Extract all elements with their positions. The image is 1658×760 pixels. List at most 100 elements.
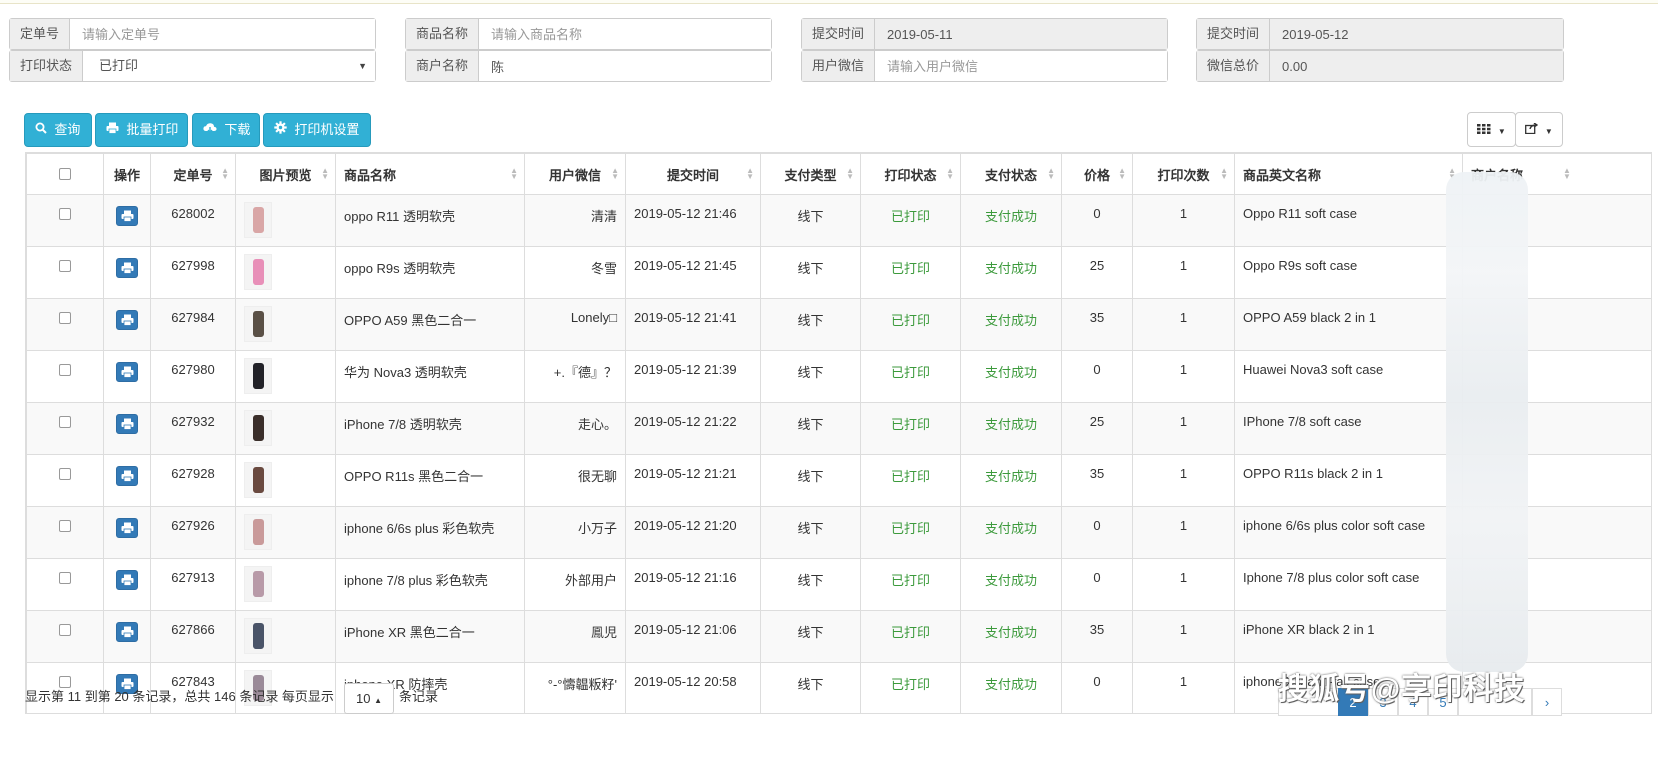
column-header[interactable]: 商品名称 ▲ ▼ [335, 153, 525, 195]
order-no-cell: 627932 [150, 402, 236, 455]
column-header[interactable]: 支付类型 ▲ ▼ [760, 153, 861, 195]
column-header[interactable]: 支付状态 ▲ ▼ [960, 153, 1062, 195]
phone-case-thumbnail[interactable] [244, 566, 272, 602]
download-button[interactable]: 下载 [192, 113, 260, 147]
row-checkbox[interactable] [59, 364, 71, 376]
wechat-total-group: 微信总价 [1196, 50, 1564, 82]
user-wechat-input[interactable] [875, 51, 1167, 81]
phone-case-thumbnail[interactable] [244, 410, 272, 446]
pay-status-cell: 支付成功 [960, 194, 1062, 247]
table-row: 627926 iphone 6/6s plus 彩色软壳 小万子 2019-05-12… [26, 506, 1651, 559]
print-row-button[interactable] [116, 466, 138, 486]
submit-to-input[interactable] [1270, 19, 1563, 49]
select-all-cell [26, 153, 104, 195]
print-row-button[interactable] [116, 206, 138, 226]
print-row-button[interactable] [116, 622, 138, 642]
submit-time-cell: 2019-05-12 21:45 [625, 246, 761, 299]
printer-settings-button[interactable]: 打印机设置 [263, 113, 371, 147]
print-count-cell: 1 [1132, 610, 1235, 663]
phone-case-thumbnail[interactable] [244, 514, 272, 550]
submit-time-cell: 2019-05-12 20:58 [625, 662, 761, 713]
column-header[interactable]: 商品英文名称▲▼ [1234, 153, 1463, 195]
row-checkbox[interactable] [59, 676, 71, 688]
page-size-select[interactable]: 10 ▲ [344, 683, 394, 714]
print-row-button[interactable] [116, 518, 138, 538]
table-row: 628002 oppo R11 透明软壳 清清 2019-05-12 21:46 线下已… [26, 194, 1651, 247]
page-size-suffix: 条记录 [399, 689, 439, 704]
column-header[interactable]: 定单号 ▲ ▼ [150, 153, 236, 195]
row-checkbox[interactable] [59, 520, 71, 532]
print-row-button[interactable] [116, 310, 138, 330]
row-select-cell [26, 298, 104, 351]
english-name-cell: Oppo R9s soft case [1234, 246, 1463, 299]
pay-type-cell: 线下 [760, 402, 861, 455]
user-wechat-cell: +.『德』？ [524, 350, 626, 403]
phone-case-thumbnail[interactable] [244, 306, 272, 342]
phone-case-thumbnail[interactable] [244, 202, 272, 238]
price-cell: 35 [1061, 454, 1133, 507]
caret-down-icon: ▼ [1497, 127, 1506, 136]
column-header[interactable]: 图片预览 ▲ ▼ [235, 153, 336, 195]
submit-time-cell: 2019-05-12 21:22 [625, 402, 761, 455]
print-status-group: 打印状态 已打印 ▼ [9, 50, 376, 82]
print-row-button[interactable] [116, 362, 138, 382]
submit-from-input[interactable] [875, 19, 1167, 49]
english-name-cell: IPhone 7/8 soft case [1234, 402, 1463, 455]
row-checkbox[interactable] [59, 208, 71, 220]
merchant-name-input[interactable] [479, 51, 771, 81]
print-status-select[interactable]: 已打印 ▼ [83, 51, 375, 81]
column-header[interactable]: 价格 ▲ ▼ [1061, 153, 1133, 195]
merchant-name-label: 商户名称 [406, 51, 480, 81]
phone-case-thumbnail[interactable] [244, 254, 272, 290]
page-size-value: 10 [355, 691, 371, 706]
print-row-button[interactable] [116, 414, 138, 434]
row-checkbox[interactable] [59, 312, 71, 324]
row-checkbox[interactable] [59, 416, 71, 428]
sort-icon: ▲▼ [321, 166, 329, 181]
row-checkbox[interactable] [59, 624, 71, 636]
action-cell [103, 246, 151, 299]
row-checkbox[interactable] [59, 572, 71, 584]
table-row: 627932 iPhone 7/8 透明软壳 走心。 2019-05-12 21:22… [26, 402, 1651, 455]
next-page-button[interactable]: › [1532, 688, 1562, 716]
phone-case-thumbnail[interactable] [244, 618, 272, 654]
columns-toggle-button[interactable]: ▼ [1467, 112, 1516, 147]
action-cell [103, 558, 151, 611]
print-status-cell: 已打印 [860, 402, 961, 455]
orders-table: 操作 定单号 ▲ ▼ 图片预览 ▲ ▼ 商品名称 ▲ ▼ 用户微信 ▲ ▼ 提交时间 ▲ ▼ 支付类… [25, 152, 1652, 714]
print-row-button[interactable] [116, 570, 138, 590]
query-button[interactable]: 查询 [24, 113, 92, 147]
select-all-checkbox[interactable] [59, 167, 71, 180]
pay-type-cell: 线下 [760, 246, 861, 299]
column-header[interactable]: 用户微信 ▲ ▼ [524, 153, 626, 195]
row-checkbox[interactable] [59, 468, 71, 480]
order-no-cell: 627928 [150, 454, 236, 507]
action-cell [103, 350, 151, 403]
order-no-input[interactable] [70, 19, 375, 49]
price-cell: 35 [1061, 610, 1133, 663]
column-header[interactable]: 打印次数 ▲ ▼ [1132, 153, 1235, 195]
row-checkbox[interactable] [59, 260, 71, 272]
action-cell [103, 506, 151, 559]
product-name-input[interactable] [479, 19, 771, 49]
print-count-cell: 1 [1132, 662, 1235, 713]
print-status-cell: 已打印 [860, 454, 961, 507]
product-name-cell: OPPO R11s 黑色二合一 [335, 454, 525, 507]
sort-icon: ▲▼ [1047, 166, 1055, 181]
submit-time-cell: 2019-05-12 21:20 [625, 506, 761, 559]
phone-case-thumbnail[interactable] [244, 358, 272, 394]
caret-up-icon: ▲ [374, 696, 382, 705]
user-wechat-cell: 外部用户 [524, 558, 626, 611]
thumbnail-image [253, 207, 264, 233]
price-cell: 0 [1061, 558, 1133, 611]
row-select-cell [26, 402, 104, 455]
share-icon [1525, 122, 1542, 137]
pay-status-cell: 支付成功 [960, 610, 1062, 663]
column-header[interactable]: 提交时间 ▲ ▼ [625, 153, 761, 195]
batch-print-button[interactable]: 批量打印 [95, 113, 188, 147]
user-wechat-cell: 很无聊 [524, 454, 626, 507]
column-header[interactable]: 打印状态 ▲ ▼ [860, 153, 961, 195]
phone-case-thumbnail[interactable] [244, 462, 272, 498]
print-row-button[interactable] [116, 258, 138, 278]
export-button[interactable]: ▼ [1515, 112, 1563, 147]
